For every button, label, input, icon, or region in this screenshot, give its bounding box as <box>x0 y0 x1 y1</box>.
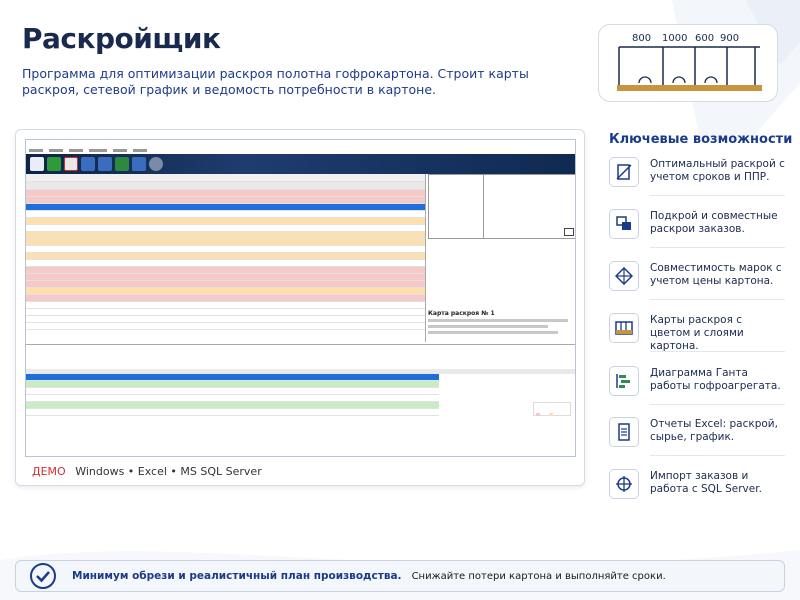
table-row[interactable] <box>26 267 425 274</box>
table-row[interactable] <box>26 295 425 302</box>
feature-item: Подкрой и совместные раскрои заказов. <box>609 209 785 261</box>
compat-icon <box>609 261 639 291</box>
checkmark-icon <box>30 563 56 589</box>
feature-text: Отчеты Excel: раскрой, сырье, график. <box>650 418 778 443</box>
divider <box>650 247 785 248</box>
feature-text: Подкрой и совместные раскрои заказов. <box>650 210 778 235</box>
page-subtitle: Программа для оптимизации раскроя полотн… <box>22 66 529 97</box>
divider <box>650 455 785 456</box>
table-row[interactable] <box>26 309 425 316</box>
chart-icon[interactable] <box>132 157 146 171</box>
slide: Раскройщик Программа для оптимизации рас… <box>0 0 800 600</box>
app-body: Карта раскроя № 1 <box>26 174 575 456</box>
delete-icon[interactable] <box>64 157 78 171</box>
app-titlebar <box>26 140 575 147</box>
screenshot-caption: ДЕМО Windows • Excel • MS SQL Server <box>32 465 262 478</box>
report-icon[interactable] <box>81 157 95 171</box>
plan-row-selected[interactable] <box>26 374 439 381</box>
plan-row[interactable] <box>26 388 439 395</box>
plan-row[interactable] <box>26 381 439 388</box>
menu-item[interactable] <box>89 149 107 152</box>
feature-text: Карты раскроя с цветом и слоями картона. <box>650 314 744 352</box>
app-menubar <box>26 147 575 154</box>
orders-grid <box>26 174 426 342</box>
cut-map-icon <box>609 157 639 187</box>
table-row[interactable] <box>26 211 425 218</box>
table-row[interactable] <box>26 274 425 281</box>
map-icon[interactable] <box>98 157 112 171</box>
app-toolbar <box>26 154 575 174</box>
demo-label: ДЕМО <box>32 465 66 478</box>
plan-row[interactable] <box>26 395 439 402</box>
table-row[interactable] <box>26 281 425 288</box>
feature-text: Импорт заказов и работа с SQL Server. <box>650 470 762 495</box>
new-file-icon[interactable] <box>30 157 44 171</box>
menu-item[interactable] <box>113 149 127 152</box>
page-title: Раскройщик <box>22 22 221 55</box>
feature-item: Оптимальный раскрой с учетом сроков и ПП… <box>609 157 785 209</box>
menu-item[interactable] <box>29 149 43 152</box>
table-row[interactable] <box>26 232 425 239</box>
plan-row[interactable] <box>26 409 439 416</box>
platforms-label: Windows • Excel • MS SQL Server <box>75 465 262 478</box>
footer-text: Снижайте потери картона и выполняйте сро… <box>411 570 666 582</box>
table-row[interactable] <box>26 323 425 330</box>
menu-item[interactable] <box>69 149 83 152</box>
menu-item[interactable] <box>49 149 63 152</box>
cutting-diagram: 800 1000 600 900 <box>598 24 778 102</box>
table-row[interactable] <box>26 190 425 197</box>
app-window: Карта раскроя № 1 <box>25 139 576 457</box>
menu-item[interactable] <box>133 149 147 152</box>
table-row[interactable] <box>26 260 425 267</box>
orders-icon <box>609 209 639 239</box>
legend-box <box>533 402 571 416</box>
cut-map-pane: Карта раскроя № 1 <box>428 174 575 342</box>
feature-item: Отчеты Excel: раскрой, сырье, график. <box>609 417 785 469</box>
feature-item: Карты раскроя с цветом и слоями картона. <box>609 313 785 365</box>
play-icon[interactable] <box>47 157 61 171</box>
table-row[interactable] <box>26 218 425 225</box>
feature-text: Оптимальный раскрой с учетом сроков и ПП… <box>650 158 785 183</box>
features-heading: Ключевые возможности <box>609 132 793 147</box>
table-row[interactable] <box>26 239 425 246</box>
footer-bar: Минимум обрези и реалистичный план произ… <box>15 560 785 592</box>
table-row[interactable] <box>26 246 425 253</box>
divider <box>650 404 785 405</box>
divider <box>650 351 785 352</box>
feature-item: Импорт заказов и работа с SQL Server. <box>609 469 785 521</box>
plan-grid-area <box>26 344 575 456</box>
summary-text <box>26 345 575 369</box>
table-row[interactable] <box>26 288 425 295</box>
feature-item: Диаграмма Ганта работы гофроагрегата. <box>609 366 785 418</box>
table-row[interactable] <box>26 225 425 232</box>
table-row[interactable] <box>26 316 425 323</box>
grid-header <box>26 182 425 190</box>
cut-map-preview <box>428 174 575 239</box>
divider <box>650 299 785 300</box>
table-row[interactable] <box>26 302 425 309</box>
excel-icon[interactable] <box>115 157 129 171</box>
sql-import-icon <box>609 469 639 499</box>
excel-report-icon <box>609 417 639 447</box>
divider <box>650 195 785 196</box>
grid-filter-row[interactable] <box>26 174 425 182</box>
footer-bold-text: Минимум обрези и реалистичный план произ… <box>72 570 402 582</box>
table-row-selected[interactable] <box>26 204 425 211</box>
gantt-icon <box>609 366 639 396</box>
feature-text: Совместимость марок с учетом цены картон… <box>650 262 782 287</box>
knife-diagram-icon <box>617 46 762 91</box>
layers-icon <box>609 313 639 343</box>
feature-text: Диаграмма Ганта работы гофроагрегата. <box>650 367 781 392</box>
app-screenshot-panel: Карта раскроя № 1 ДЕМО Windows • Excel •… <box>15 129 585 486</box>
settings-icon[interactable] <box>149 157 163 171</box>
feature-item: Совместимость марок с учетом цены картон… <box>609 261 785 313</box>
table-row[interactable] <box>26 197 425 204</box>
cut-map-title: Карта раскроя № 1 <box>428 310 495 317</box>
table-row[interactable] <box>26 253 425 260</box>
plan-row[interactable] <box>26 402 439 409</box>
